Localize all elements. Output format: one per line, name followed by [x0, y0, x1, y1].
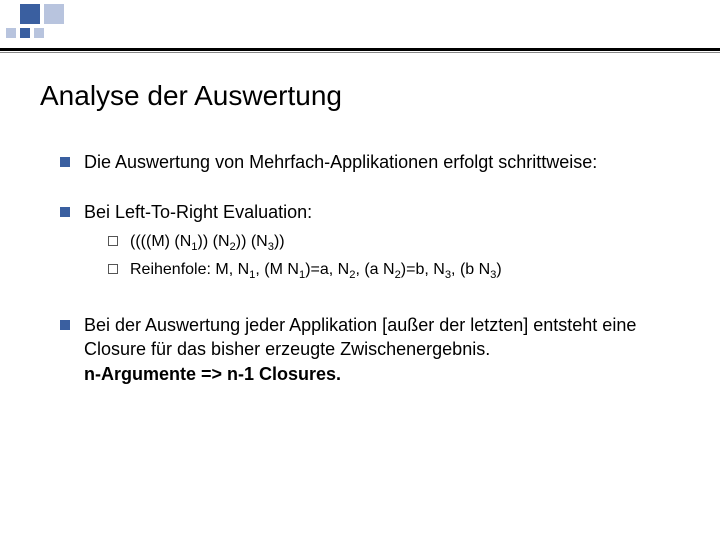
t: )) (N: [236, 233, 268, 250]
t: ): [496, 261, 501, 278]
sub-bullet-text: ((((M) (N1)) (N2)) (N3)): [130, 231, 680, 255]
bullet-line: Bei Left-To-Right Evaluation:: [84, 202, 312, 222]
sub-bullet-text: Reihenfole: M, N1, (M N1)=a, N2, (a N2)=…: [130, 259, 680, 283]
bullet-line-bold: n-Argumente => n-1 Closures.: [84, 364, 341, 384]
slide-title: Analyse der Auswertung: [40, 80, 342, 112]
square-bullet-icon: [60, 207, 70, 217]
bullet-line: Bei der Auswertung jeder Applikation [au…: [84, 315, 636, 359]
sub-bullet-group: ((((M) (N1)) (N2)) (N3)) Reihenfole: M, …: [84, 231, 680, 284]
hollow-square-bullet-icon: [108, 236, 118, 246]
bullet-item: Bei der Auswertung jeder Applikation [au…: [60, 313, 680, 386]
bullet-text: Bei der Auswertung jeder Applikation [au…: [84, 313, 680, 386]
slide: Analyse der Auswertung Die Auswertung vo…: [0, 0, 720, 540]
deco-square-icon: [44, 4, 64, 24]
t: , (M N: [255, 261, 299, 278]
bullet-item: Bei Left-To-Right Evaluation: ((((M) (N1…: [60, 200, 680, 287]
sub-bullet-item: Reihenfole: M, N1, (M N1)=a, N2, (a N2)=…: [108, 259, 680, 283]
deco-square-icon: [20, 28, 30, 38]
bullet-text: Die Auswertung von Mehrfach-Applikatione…: [84, 150, 680, 174]
header-rule-thin: [0, 52, 720, 53]
corner-decoration: [0, 0, 160, 50]
t: )) (N: [198, 233, 230, 250]
t: )=b, N: [401, 261, 445, 278]
t: )): [274, 233, 285, 250]
t: , (a N: [355, 261, 394, 278]
header-rule: [0, 48, 720, 51]
hollow-square-bullet-icon: [108, 264, 118, 274]
t: ((((M) (N: [130, 233, 191, 250]
sub-bullet-item: ((((M) (N1)) (N2)) (N3)): [108, 231, 680, 255]
t: , (b N: [451, 261, 490, 278]
square-bullet-icon: [60, 320, 70, 330]
t: Reihenfole: M, N: [130, 261, 249, 278]
bullet-item: Die Auswertung von Mehrfach-Applikatione…: [60, 150, 680, 174]
bullet-text: Bei Left-To-Right Evaluation: ((((M) (N1…: [84, 200, 680, 287]
square-bullet-icon: [60, 157, 70, 167]
deco-square-icon: [20, 4, 40, 24]
slide-body: Die Auswertung von Mehrfach-Applikatione…: [60, 150, 680, 412]
deco-square-icon: [34, 28, 44, 38]
t: )=a, N: [305, 261, 349, 278]
deco-square-icon: [6, 28, 16, 38]
